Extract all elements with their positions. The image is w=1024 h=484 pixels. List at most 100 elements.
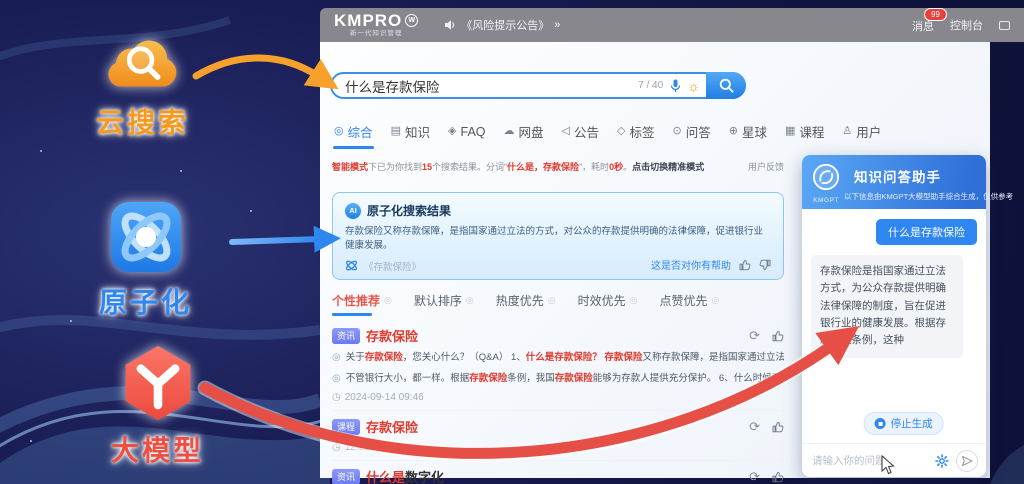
sort-label: 热度优先	[496, 292, 544, 309]
tab-user[interactable]: ♙用户	[840, 120, 883, 147]
sort-options: 个性推荐◎ 默认排序◎ 热度优先◎ 时效优先◎ 点赞优先◎	[332, 292, 741, 316]
char-counter: 7 / 40	[638, 80, 663, 91]
stop-generate-button[interactable]: 停止生成	[864, 412, 944, 435]
paper-plane-icon	[961, 455, 973, 467]
logo-tagline: 新一代知识管理	[334, 31, 418, 38]
app-logo: KMPRO W 新一代知识管理	[334, 12, 418, 38]
settings-icon[interactable]	[935, 454, 949, 468]
tab-faq[interactable]: ◈ FAQ	[446, 120, 487, 147]
kmgpt-brand: KMGPT	[812, 197, 840, 204]
search-mode-notice: 智能模式下已为你找到15个搜索结果。分词“什么是，存款保险”，耗时0秒。点击切换…	[332, 160, 784, 173]
refresh-icon[interactable]: ⟳	[749, 470, 760, 483]
ai-card-body: 存款保险又称存款保障，是指国家通过立法的方式，对公众的存款提供明确的法律保障，促…	[345, 225, 771, 254]
tab-label: 网盘	[519, 122, 544, 141]
send-button[interactable]	[956, 450, 978, 472]
category-badge: 资讯	[332, 469, 360, 484]
result-list: 资讯 存款保险 ⟳ ◎关于存款保险，您关心什么？（Q&A） 1、什么是存款保险？…	[332, 320, 784, 484]
star-dot	[250, 210, 252, 212]
logo-mark-icon: W	[405, 14, 418, 27]
sort-label: 默认排序	[414, 292, 462, 309]
info-circle-icon: ◎	[548, 295, 556, 306]
messages-button[interactable]: 消息 99	[912, 16, 934, 34]
kmgpt-swirl-icon	[812, 163, 840, 191]
tab-qa[interactable]: ⊙问答	[671, 120, 713, 147]
assistant-input-row	[802, 443, 986, 477]
sort-label: 个性推荐	[332, 292, 380, 309]
tab-label: 综合	[348, 122, 373, 141]
result-snippet: 不管银行大小，都一样。根据存款保险条例，我国存款保险能够为存款人提供充分保护。 …	[346, 372, 784, 387]
sort-label: 时效优先	[578, 292, 626, 309]
assistant-subtitle: 以下信息由KMGPT大模型助手综合生成，仅供参考	[844, 191, 980, 202]
messages-label: 消息	[912, 21, 934, 33]
info-circle-icon: ◎	[384, 295, 392, 306]
search-button[interactable]	[706, 72, 746, 99]
tab-announcement[interactable]: ◁公告	[560, 120, 601, 147]
category-badge: 课程	[332, 419, 360, 435]
assistant-header: KMGPT 知识问答助手 以下信息由KMGPT大模型助手综合生成，仅供参考	[802, 155, 986, 209]
announcement-banner[interactable]: 《风险提示公告》 »	[444, 17, 560, 33]
sort-personalized[interactable]: 个性推荐 ◎	[332, 292, 392, 316]
tab-faq-icon: ◈	[448, 126, 456, 137]
tab-qa-icon: ⊙	[673, 126, 682, 137]
sort-default[interactable]: 默认排序◎	[414, 292, 474, 316]
ai-source-link[interactable]: 《存款保险》	[364, 259, 421, 273]
tab-label: 星球	[742, 122, 767, 141]
hot-search-icon[interactable]: ☼	[687, 79, 700, 93]
tab-label: 标签	[630, 122, 655, 141]
tab-knowledge-icon: ▤	[391, 126, 401, 137]
tab-comprehensive[interactable]: ◎综合	[332, 120, 375, 147]
tab-planet[interactable]: ⊕ 星球	[727, 120, 769, 147]
clock-icon: ◷	[332, 442, 341, 453]
callout-label-cloud-search: 云搜索	[95, 101, 190, 141]
sort-recency[interactable]: 时效优先◎	[578, 292, 638, 316]
console-button[interactable]: 控制台	[950, 17, 983, 33]
refresh-icon[interactable]: ⟳	[749, 420, 760, 433]
notice-text: 个搜索结果。分词“	[432, 162, 507, 172]
tab-netdisk[interactable]: ☁网盘	[502, 120, 546, 147]
tab-label: FAQ	[461, 125, 486, 139]
result-title[interactable]: 存款保险	[366, 417, 418, 436]
result-tabs: ◎综合 ▤知识 ◈ FAQ ☁网盘 ◁公告 ◇ 标签 ⊙问答 ⊕ 星球 ▦课程 ♙用户	[332, 120, 897, 147]
info-circle-icon: ◎	[712, 295, 720, 306]
atom-icon	[98, 198, 193, 281]
result-item: 资讯 什么是数字化 ⟳ ◷2024-11-04 09:37	[332, 461, 784, 484]
star-dot	[30, 440, 32, 442]
thumbs-down-icon[interactable]	[759, 259, 771, 271]
thumbs-up-icon[interactable]	[772, 471, 784, 483]
tab-label: 公告	[574, 122, 599, 141]
tab-knowledge[interactable]: ▤知识	[389, 120, 432, 147]
callout-cloud-search: 云搜索	[95, 28, 190, 141]
result-title[interactable]: 什么是数字化	[366, 467, 444, 484]
sort-likes[interactable]: 点赞优先◎	[660, 292, 720, 316]
result-snippet: 关于存款保险，您关心什么？（Q&A） 1、什么是存款保险？ 存款保险又称存款保障…	[346, 351, 784, 366]
thumbs-up-icon[interactable]	[739, 259, 751, 271]
cloud-search-icon	[95, 28, 190, 101]
switch-precise-mode-link[interactable]: 点击切换精准模式	[632, 162, 704, 172]
speaker-icon	[444, 19, 456, 31]
notice-keywords: 什么是，存款保险	[507, 162, 579, 172]
thumbs-up-icon[interactable]	[772, 421, 784, 433]
kmgpt-logo: KMGPT	[812, 163, 840, 204]
tab-tags[interactable]: ◇ 标签	[615, 120, 656, 147]
tab-course[interactable]: ▦课程	[783, 120, 826, 147]
callout-label-large-model: 大模型	[110, 429, 205, 469]
helpful-link[interactable]: 这是否对你有帮助	[651, 257, 731, 272]
star-dot	[280, 420, 282, 422]
search-input[interactable]	[332, 78, 638, 93]
user-feedback-link[interactable]: 用户反馈	[748, 160, 784, 173]
callout-large-model: 大模型	[110, 342, 205, 469]
tab-user-icon: ♙	[842, 126, 852, 137]
tab-tags-icon: ◇	[617, 126, 625, 137]
stop-icon	[875, 418, 886, 429]
microphone-icon[interactable]	[670, 79, 681, 93]
sort-popularity[interactable]: 热度优先 ◎	[496, 292, 556, 316]
user-message: 什么是存款保险	[876, 219, 977, 245]
window-icon[interactable]	[999, 21, 1010, 30]
thumbs-up-icon[interactable]	[772, 330, 784, 342]
tab-planet-icon: ⊕	[729, 126, 738, 137]
callout-label-atomization: 原子化	[98, 281, 193, 321]
notice-time: 0秒	[609, 162, 623, 172]
refresh-icon[interactable]: ⟳	[749, 329, 760, 342]
question-input[interactable]	[810, 454, 928, 468]
result-title[interactable]: 存款保险	[366, 326, 418, 345]
